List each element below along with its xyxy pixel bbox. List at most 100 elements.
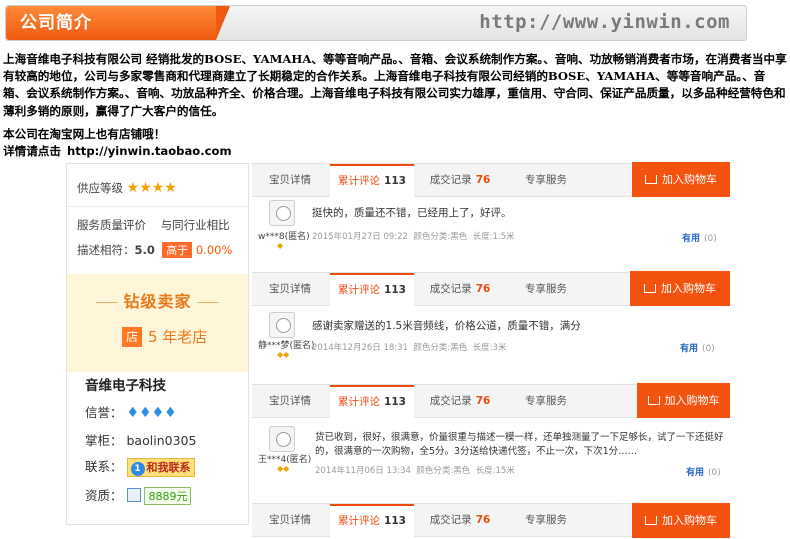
review-user: w***8(匿名) [258,232,310,242]
contact-row: 联系： 1 和我联系 [85,456,195,477]
reviews-count: 113 [384,284,406,296]
add-to-cart-button[interactable]: 加入购物车 [632,162,730,197]
useful-count: (0) [708,468,721,478]
reviews-count: 113 [384,175,406,187]
star-rating: ★★★★ [127,180,177,196]
cart-label: 加入购物车 [664,394,720,407]
shop-panel: 供应等级 ★★★★ 服务质量评价 与同行业相比 描述相符：5.0 高于 0.00… [66,163,249,525]
review-spec: 颜色分类:黑色 [413,343,468,353]
desc-row: 描述相符：5.0 高于 0.00% [77,242,232,258]
banner-url[interactable]: http://www.yinwin.com [479,11,730,33]
add-to-cart-button[interactable]: 加入购物车 [637,383,730,418]
review-date: 2014年11月06日 13:34 [315,466,411,476]
useful-link[interactable]: 有用 (0) [686,465,721,478]
review-card: 宝贝详情 累计评论 113 成交记录 76 专享服务 加入购物车 [252,503,730,539]
tab-reviews[interactable]: 累计评论 113 [330,273,414,306]
tab-reviews[interactable]: 累计评论 113 [330,385,414,418]
cart-label: 加入购物车 [662,514,717,527]
review-meta: 2014年12月26日 18:31 颜色分类:黑色 长度:3米 [312,341,506,353]
taobao-line: 本公司在淘宝网上也有店铺哦！ [3,127,166,141]
avatar [269,200,295,226]
review-meta: 2014年11月06日 13:34 颜色分类:黑色 长度:15米 [315,464,515,476]
banner-title: 公司简介 [6,6,230,40]
tab-reviews-label: 累计评论 [338,284,381,296]
tab-reviews-label: 累计评论 [338,175,381,187]
shop-icon: 店 [122,327,142,347]
tab-details[interactable]: 宝贝详情 [252,164,328,197]
tab-reviews-label: 累计评论 [338,396,381,408]
deals-count: 76 [475,283,491,295]
shop-years: 店 5 年老店 [122,326,207,347]
tab-deals[interactable]: 成交记录 76 [418,164,502,197]
qual-label: 资质： [85,488,123,503]
credit-label: 信誉： [85,405,123,420]
cart-icon [647,396,660,405]
tab-reviews-label: 累计评论 [338,515,381,527]
owner-row: 掌柜： baolin0305 [85,430,196,449]
desc-tag: 高于 [162,242,193,258]
qualification-row: 资质： 8889元 [85,485,192,505]
contact-button[interactable]: 1 和我联系 [126,458,195,477]
review-spec: 颜色分类:黑色 [416,466,471,476]
details-label: 详情请点击 [3,144,61,158]
tab-deals-label: 成交记录 [429,514,472,526]
tab-deals-label: 成交记录 [429,174,472,186]
compare-label: 与同行业相比 [160,218,230,232]
tab-service[interactable]: 专享服务 [504,504,588,537]
review-length: 长度:1.5米 [472,232,515,242]
deals-count: 76 [475,174,491,186]
tab-reviews[interactable]: 累计评论 113 [330,504,414,537]
company-intro: 上海音维电子科技有限公司 经销批发的BOSE、YAMAHA、等等音响产品。、音箱… [3,52,787,118]
review-card: 宝贝详情 累计评论 113 成交记录 76 专享服务 加入购物车 w***8(匿名)… [252,162,730,269]
review-date: 2014年12月26日 18:31 [312,343,408,353]
tab-reviews[interactable]: 累计评论 113 [330,164,414,197]
contact-button-label: 和我联系 [146,461,191,474]
taobao-link[interactable]: http://yinwin.taobao.com [67,144,232,158]
reviews-count: 113 [384,515,406,527]
cart-label: 加入购物车 [661,282,716,295]
useful-label: 有用 [680,344,699,354]
divider [67,206,248,207]
review-text: 感谢卖家赠送的1.5米音频线，价格公道，质量不错，满分 [312,320,581,332]
supply-level-row: 供应等级 ★★★★ [77,180,177,196]
tab-service[interactable]: 专享服务 [504,164,588,197]
add-to-cart-button[interactable]: 加入购物车 [632,503,730,538]
review-card: 宝贝详情 累计评论 113 成交记录 76 专享服务 加入购物车 静***梦(匿名)… [252,271,730,380]
tab-service[interactable]: 专享服务 [504,385,588,418]
tab-details[interactable]: 宝贝详情 [252,273,328,306]
review-length: 长度:15米 [475,466,515,476]
owner-value[interactable]: baolin0305 [127,433,197,448]
vip-icon: ◆◆ [277,350,290,359]
tab-deals[interactable]: 成交记录 76 [418,385,502,418]
company-banner: 公司简介 http://www.yinwin.com [5,5,747,41]
tab-service[interactable]: 专享服务 [504,273,588,306]
add-to-cart-button[interactable]: 加入购物车 [630,271,730,306]
tab-deals[interactable]: 成交记录 76 [418,273,502,306]
id-card-icon [126,488,141,502]
shop-name[interactable]: 音维电子科技 [85,374,166,394]
review-date: 2015年01月27日 09:22 [312,232,408,242]
tab-deals-label: 成交记录 [429,283,472,295]
cart-icon [645,516,657,525]
tab-details[interactable]: 宝贝详情 [252,504,328,537]
cart-icon [645,175,657,184]
diamond-title: 钻级卖家 [67,288,248,312]
deals-count: 76 [475,514,491,526]
review-text: 挺快的，质量还不错，已经用上了，好评。 [312,207,512,219]
desc-score: 5.0 [134,243,155,257]
review-meta: 2015年01月27日 09:22 颜色分类:黑色 长度:1.5米 [312,230,515,242]
tab-deals[interactable]: 成交记录 76 [418,504,502,537]
service-row: 服务质量评价 与同行业相比 [77,217,230,233]
vip-icon: ◆ [277,241,284,250]
diamond-seller-box: 钻级卖家 店 5 年老店 [67,274,248,372]
supply-label: 供应等级 [77,181,123,195]
review-text: 货已收到，很好，很满意，价量很重与描述一模一样，还单独测量了一下足够长，试了一下… [315,432,724,457]
deposit-badge[interactable]: 8889元 [144,487,192,505]
useful-count: (0) [702,344,715,354]
useful-link[interactable]: 有用 (0) [680,341,715,354]
desc-pct: 0.00% [195,243,233,257]
tab-details[interactable]: 宝贝详情 [252,385,328,418]
useful-link[interactable]: 有用 (0) [682,231,717,244]
cart-label: 加入购物车 [662,173,717,186]
useful-label: 有用 [686,468,705,478]
